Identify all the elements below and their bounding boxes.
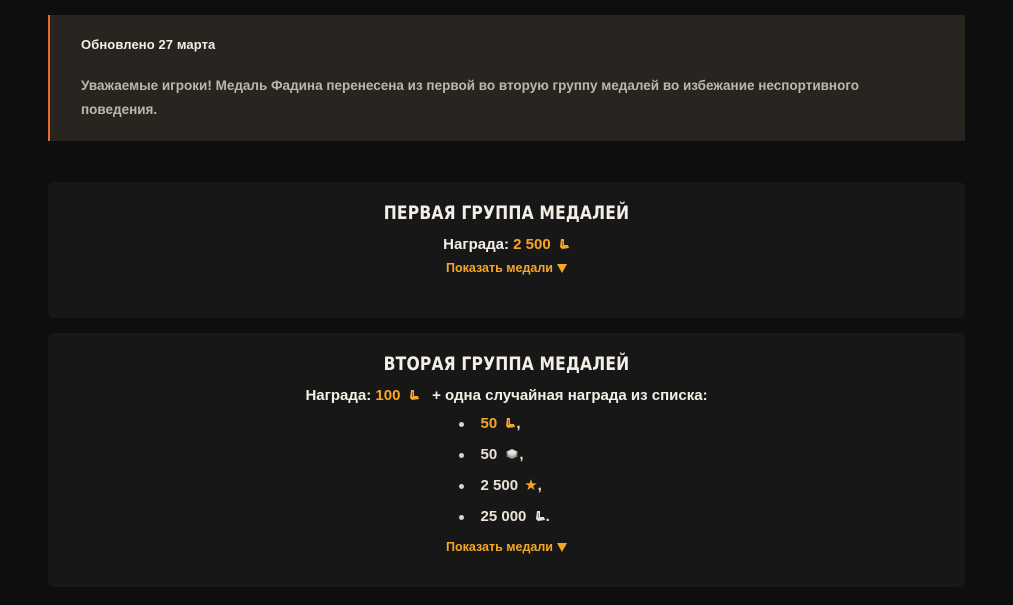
item-punct: . <box>545 508 550 525</box>
group-2-reward: Награда: 100 + одна случайная награда из… <box>48 387 965 404</box>
show-medals-button-group-2[interactable]: Показать медали <box>446 540 567 554</box>
item-value: 50 <box>480 446 498 463</box>
bond-white-icon <box>535 511 545 521</box>
show-medals-button-group-1[interactable]: Показать медали <box>446 261 567 275</box>
show-medals-label: Показать медали <box>446 261 553 275</box>
medal-group-1-card: ПЕРВАЯ ГРУППА МЕДАЛЕЙ Награда: 2 500 Пок… <box>48 182 965 318</box>
item-punct: , <box>537 477 542 494</box>
notice-text: Уважаемые игроки! Медаль Фадина перенесе… <box>81 78 860 117</box>
list-item: 50 , <box>455 445 555 476</box>
item-punct: , <box>519 446 524 463</box>
reward-value: 100 <box>375 387 401 404</box>
list-item: 2 500 ★, <box>455 476 555 507</box>
random-reward-list: 50 , 50 , 2 500 ★, 25 000 . <box>455 414 555 538</box>
bond-icon <box>409 390 419 400</box>
bullet <box>458 422 464 427</box>
triangle-down-icon <box>556 543 567 552</box>
reward-label: Награда: <box>443 236 509 253</box>
item-value: 50 <box>480 415 498 432</box>
free-xp-star-icon: ★ <box>524 477 538 494</box>
bond-icon <box>559 239 569 249</box>
bond-icon <box>506 418 516 428</box>
group-1-reward: Награда: 2 500 <box>48 236 965 253</box>
show-medals-label: Показать медали <box>446 540 553 554</box>
reward-value: 2 500 <box>513 236 551 253</box>
bullet <box>458 484 464 489</box>
bullet <box>458 453 464 458</box>
list-item: 50 , <box>455 414 555 445</box>
reward-suffix: + одна случайная награда из списка: <box>432 387 708 404</box>
credits-icon <box>506 449 519 459</box>
reward-label: Награда: <box>305 387 372 404</box>
triangle-down-icon <box>556 264 567 273</box>
group-2-title: ВТОРАЯ ГРУППА МЕДАЛЕЙ <box>383 353 630 375</box>
item-punct: , <box>516 415 521 432</box>
item-value: 25 000 <box>480 508 527 525</box>
bullet <box>458 515 464 520</box>
medal-group-2-card: ВТОРАЯ ГРУППА МЕДАЛЕЙ Награда: 100 + одн… <box>48 333 965 587</box>
notice-date: Обновлено 27 марта <box>81 37 216 52</box>
group-1-title: ПЕРВАЯ ГРУППА МЕДАЛЕЙ <box>383 202 630 224</box>
item-value: 2 500 <box>480 477 519 494</box>
update-notice: Обновлено 27 марта Уважаемые игроки! Мед… <box>48 15 965 141</box>
list-item: 25 000 . <box>455 507 555 538</box>
